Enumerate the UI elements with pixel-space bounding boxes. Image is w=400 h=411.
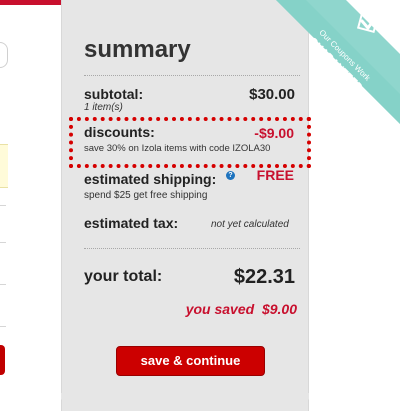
help-icon[interactable]: ? <box>226 171 235 180</box>
shipping-note: spend $25 get free shipping <box>84 190 208 201</box>
total-amount: $22.31 <box>233 266 295 288</box>
left-partial-highlight <box>0 144 8 188</box>
left-partial-divider <box>0 205 6 206</box>
subtotal-label: subtotal: <box>84 86 144 102</box>
receipt-zigzag-edge <box>61 393 309 403</box>
divider <box>84 75 300 76</box>
savings-amount: $9.00 <box>261 301 297 317</box>
total-label: your total: <box>84 268 163 285</box>
coupons-guarantee-badge: Our Coupons Work GUARANTEED <box>276 0 400 124</box>
left-partial-button[interactable] <box>0 345 5 375</box>
left-partial-divider <box>0 284 6 285</box>
shipping-amount: FREE <box>256 167 294 183</box>
items-count: 1 item(s) <box>84 102 123 113</box>
shipping-label: estimated shipping: <box>84 171 217 187</box>
discounts-label: discounts: <box>84 124 155 140</box>
save-and-continue-button[interactable]: save & continue <box>116 346 265 376</box>
savings-line: you saved $9.00 <box>186 301 297 317</box>
summary-title: summary <box>84 36 191 63</box>
savings-label: you saved <box>185 301 255 317</box>
discounts-amount: -$9.00 <box>254 125 294 141</box>
divider <box>84 248 300 249</box>
tax-label: estimated tax: <box>84 215 179 231</box>
tax-value: not yet calculated <box>211 219 289 230</box>
left-partial-divider <box>0 326 6 327</box>
discount-note: save 30% on Izola items with code IZOLA3… <box>84 143 271 154</box>
left-partial-divider <box>0 242 6 243</box>
left-partial-circle <box>0 42 8 68</box>
